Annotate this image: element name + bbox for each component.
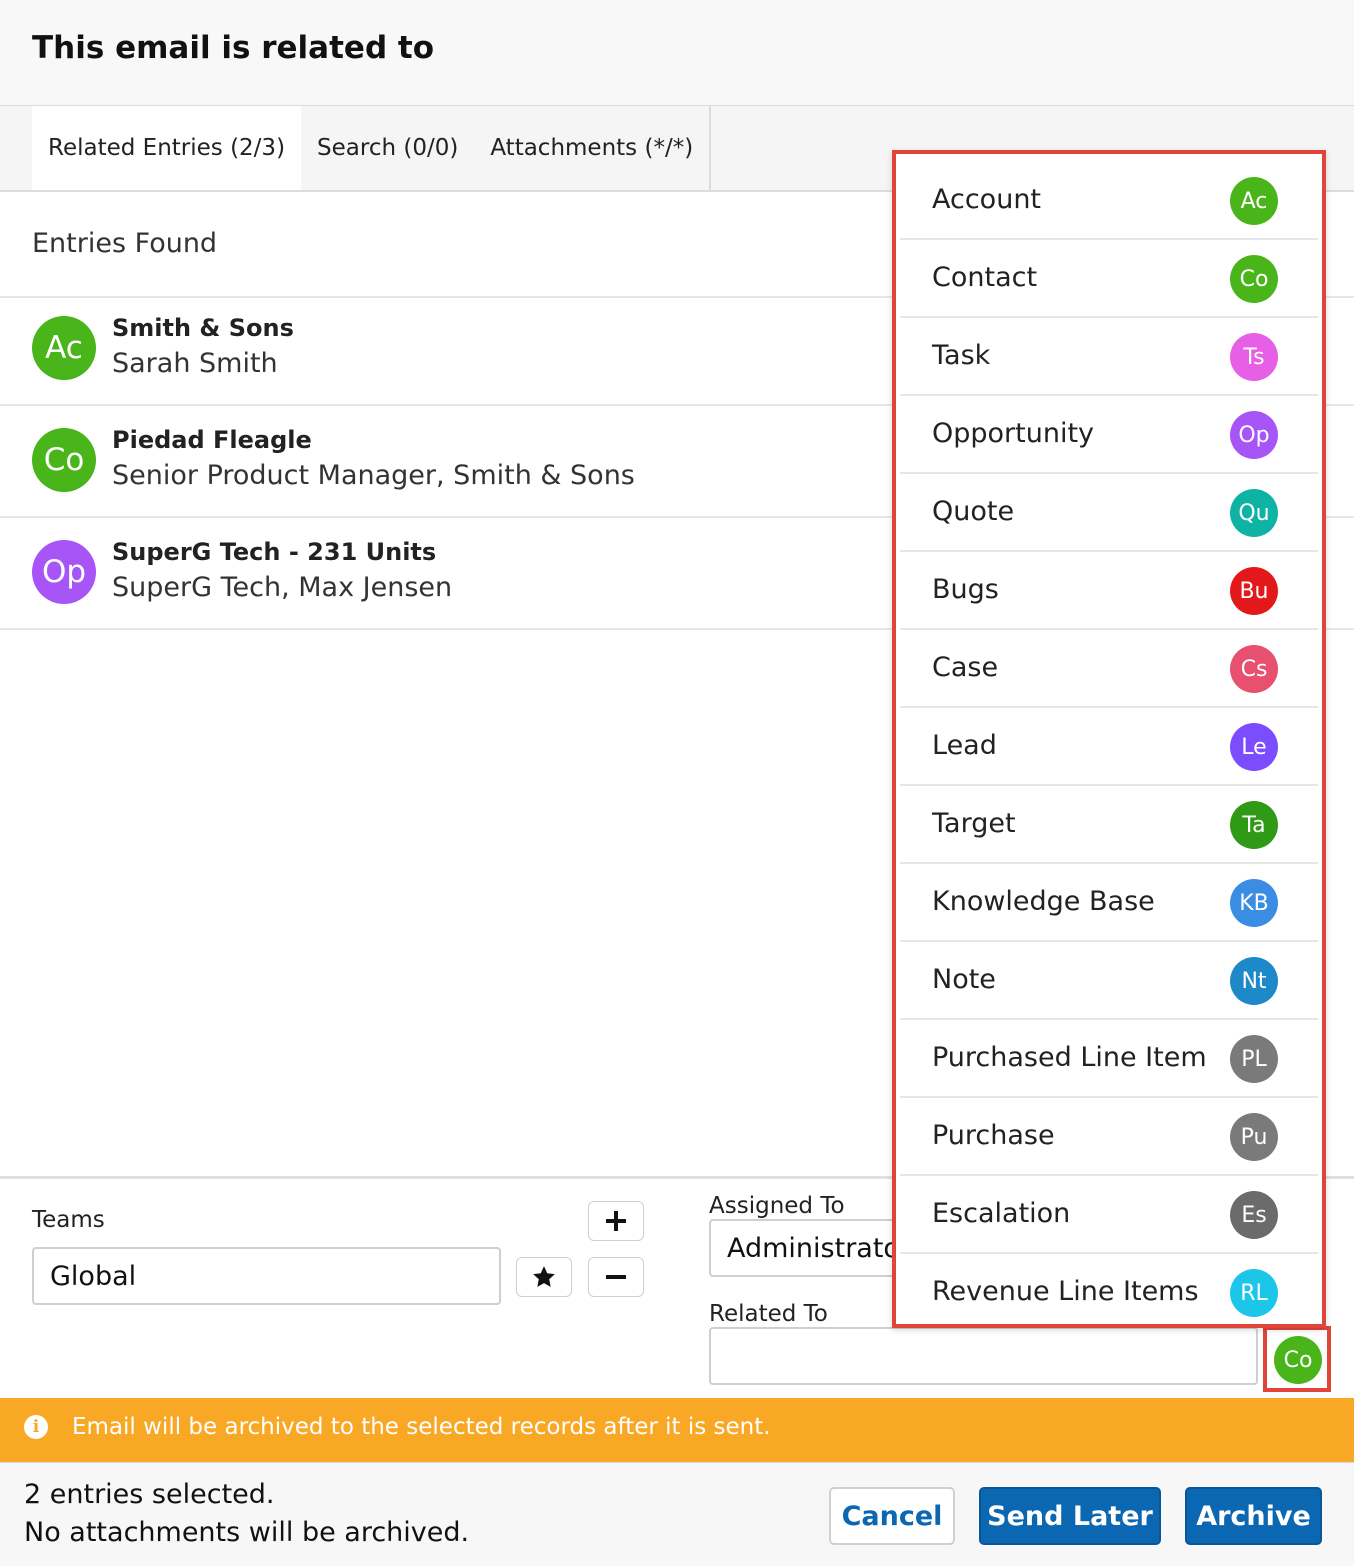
module-option-quote[interactable]: Quote Qu: [900, 474, 1318, 552]
cancel-button[interactable]: Cancel: [829, 1487, 955, 1545]
knowledge-base-badge-icon: KB: [1230, 879, 1278, 927]
selection-status: 2 entries selected.: [24, 1479, 275, 1510]
entry-row[interactable]: Co Piedad Fleagle Senior Product Manager…: [0, 410, 900, 520]
module-option-label: Lead: [932, 730, 997, 761]
account-badge-icon: Ac: [32, 316, 96, 380]
tab-list: Related Entries (2/3) Search (0/0) Attac…: [32, 106, 712, 190]
module-option-label: Task: [932, 340, 991, 371]
archive-button[interactable]: Archive: [1185, 1487, 1322, 1545]
revenue-line-items-badge-icon: RL: [1230, 1269, 1278, 1317]
module-option-label: Purchase: [932, 1120, 1055, 1151]
plus-icon: [606, 1211, 626, 1231]
banner-message: Email will be archived to the selected r…: [72, 1414, 771, 1440]
tab-related-entries[interactable]: Related Entries (2/3): [32, 106, 302, 190]
contact-badge-icon: Co: [32, 428, 96, 492]
teams-label: Teams: [32, 1207, 105, 1233]
module-option-revenue-line-items[interactable]: Revenue Line Items RL: [900, 1254, 1318, 1332]
entry-name: SuperG Tech - 231 Units: [112, 538, 437, 566]
lead-badge-icon: Le: [1230, 723, 1278, 771]
module-option-label: Bugs: [932, 574, 999, 605]
contact-badge-icon: Co: [1274, 1336, 1322, 1384]
module-option-label: Opportunity: [932, 418, 1095, 449]
tab-search[interactable]: Search (0/0): [301, 106, 474, 190]
module-option-label: Note: [932, 964, 996, 995]
entry-subtitle: Sarah Smith: [112, 348, 278, 379]
info-icon: i: [24, 1415, 48, 1439]
module-option-lead[interactable]: Lead Le: [900, 708, 1318, 786]
module-option-label: Escalation: [932, 1198, 1071, 1229]
teams-field[interactable]: Global: [32, 1247, 501, 1305]
module-dropdown: Account Ac Contact Co Task Ts Opportunity Op Quo…: [892, 150, 1326, 1328]
dialog-footer: 2 entries selected. No attachments will …: [0, 1462, 1354, 1566]
send-later-button[interactable]: Send Later: [979, 1487, 1161, 1545]
opportunity-badge-icon: Op: [1230, 411, 1278, 459]
module-option-note[interactable]: Note Nt: [900, 942, 1318, 1020]
assigned-to-label: Assigned To: [709, 1193, 845, 1219]
related-to-label: Related To: [709, 1301, 828, 1327]
module-option-label: Purchased Line Item: [932, 1042, 1207, 1073]
entry-name: Smith & Sons: [112, 314, 294, 342]
primary-team-button[interactable]: [516, 1257, 572, 1297]
add-team-button[interactable]: [588, 1201, 644, 1241]
module-option-purchased-line-item[interactable]: Purchased Line Item PL: [900, 1020, 1318, 1098]
target-badge-icon: Ta: [1230, 801, 1278, 849]
info-banner: i Email will be archived to the selected…: [0, 1398, 1354, 1462]
module-option-escalation[interactable]: Escalation Es: [900, 1176, 1318, 1254]
assigned-to-field[interactable]: Administrator: [709, 1219, 909, 1277]
entry-name: Piedad Fleagle: [112, 426, 312, 454]
dialog-title: This email is related to: [32, 30, 435, 66]
contact-badge-icon: Co: [1230, 255, 1278, 303]
module-option-label: Quote: [932, 496, 1015, 527]
entries-found-heading: Entries Found: [32, 228, 218, 259]
module-option-task[interactable]: Task Ts: [900, 318, 1318, 396]
entry-row[interactable]: Ac Smith & Sons Sarah Smith: [0, 298, 900, 408]
star-icon: [533, 1266, 555, 1287]
module-option-knowledge-base[interactable]: Knowledge Base KB: [900, 864, 1318, 942]
tab-attachments[interactable]: Attachments (*/*): [474, 106, 709, 190]
module-option-label: Knowledge Base: [932, 886, 1155, 917]
entry-subtitle: SuperG Tech, Max Jensen: [112, 572, 453, 603]
module-option-label: Contact: [932, 262, 1038, 293]
purchase-badge-icon: Pu: [1230, 1113, 1278, 1161]
module-option-label: Case: [932, 652, 999, 683]
minus-icon: [606, 1275, 626, 1279]
module-option-purchase[interactable]: Purchase Pu: [900, 1098, 1318, 1176]
task-badge-icon: Ts: [1230, 333, 1278, 381]
module-option-target[interactable]: Target Ta: [900, 786, 1318, 864]
module-option-label: Revenue Line Items: [932, 1276, 1199, 1307]
opportunity-badge-icon: Op: [32, 540, 96, 604]
dialog-header: This email is related to: [0, 0, 1354, 106]
escalation-badge-icon: Es: [1230, 1191, 1278, 1239]
note-badge-icon: Nt: [1230, 957, 1278, 1005]
bugs-badge-icon: Bu: [1230, 567, 1278, 615]
module-option-label: Account: [932, 184, 1042, 215]
module-picker-button[interactable]: Co: [1263, 1326, 1331, 1392]
account-badge-icon: Ac: [1230, 177, 1278, 225]
module-option-bugs[interactable]: Bugs Bu: [900, 552, 1318, 630]
module-option-opportunity[interactable]: Opportunity Op: [900, 396, 1318, 474]
attachment-status: No attachments will be archived.: [24, 1517, 470, 1548]
entry-subtitle: Senior Product Manager, Smith & Sons: [112, 460, 635, 491]
entry-row[interactable]: Op SuperG Tech - 231 Units SuperG Tech, …: [0, 522, 900, 632]
module-option-label: Target: [932, 808, 1016, 839]
module-option-case[interactable]: Case Cs: [900, 630, 1318, 708]
remove-team-button[interactable]: [588, 1257, 644, 1297]
module-option-contact[interactable]: Contact Co: [900, 240, 1318, 318]
related-to-input[interactable]: [709, 1327, 1258, 1385]
module-option-account[interactable]: Account Ac: [900, 162, 1318, 240]
case-badge-icon: Cs: [1230, 645, 1278, 693]
purchased-line-item-badge-icon: PL: [1230, 1035, 1278, 1083]
quote-badge-icon: Qu: [1230, 489, 1278, 537]
module-list: Account Ac Contact Co Task Ts Opportunity Op Quo…: [900, 162, 1318, 1332]
